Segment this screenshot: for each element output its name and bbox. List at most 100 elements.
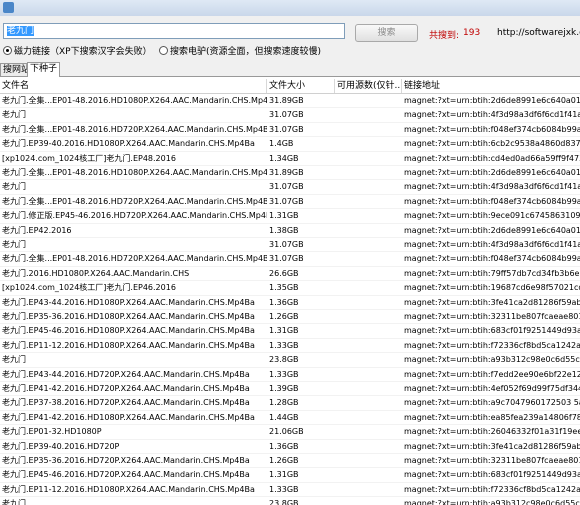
tab-download-torrents[interactable]: 下种子	[27, 62, 61, 77]
table-row[interactable]: 老九门.EP45-46.2016.HD720P.X264.AAC.Mandari…	[0, 468, 580, 483]
filesize-cell: 1.38GB	[269, 225, 299, 235]
filename-cell: 老九门.EP45-46.2016.HD720P.X264.AAC.Mandari…	[2, 470, 250, 480]
sources-cell	[337, 252, 399, 266]
filesize-cell: 21.06GB	[269, 427, 304, 437]
magnet-link-cell: magnet:?xt=urn:btih:f72336cf8bd5ca1242a6…	[404, 340, 580, 350]
table-row[interactable]: 老九门.全集...EP01-48.2016.HD1080P.X264.AAC.M…	[0, 94, 580, 109]
filename-cell: [xp1024.com_1024核工厂]老九门.EP48.2016	[2, 153, 176, 163]
website-link[interactable]: http://softwarejxk.com	[497, 28, 580, 38]
filesize-cell: 1.44GB	[269, 412, 299, 422]
magnet-link-cell: magnet:?xt=urn:btih:a93b312c98e0c6d55cf8…	[404, 355, 580, 365]
sources-cell	[337, 497, 399, 505]
sources-cell	[337, 468, 399, 482]
filename-cell: 老九门.EP11-12.2016.HD1080P.X264.AAC.Mandar…	[2, 484, 255, 494]
filename-cell: 老九门.全集...EP01-48.2016.HD1080P.X264.AAC.M…	[2, 96, 267, 105]
sources-cell	[337, 209, 399, 223]
magnet-link-cell: magnet:?xt=urn:btih:683cf01f9251449d93a9…	[404, 470, 580, 480]
table-row[interactable]: 老九门.EP11-12.2016.HD1080P.X264.AAC.Mandar…	[0, 483, 580, 498]
magnet-link-cell: magnet:?xt=urn:btih:a93b312c98e0c6d55cf8…	[404, 499, 580, 505]
table-row[interactable]: 老九门.EP41-42.2016.HD1080P.X264.AAC.Mandar…	[0, 411, 580, 426]
table-row[interactable]: 老九门.EP37-38.2016.HD720P.X264.AAC.Mandari…	[0, 396, 580, 411]
filesize-cell: 1.39GB	[269, 384, 299, 393]
filesize-cell: 31.07GB	[269, 196, 304, 206]
magnet-link-cell: magnet:?xt=urn:btih:f048ef374cb6084b99ab…	[404, 254, 580, 264]
filename-cell: 老九门.EP41-42.2016.HD1080P.X264.AAC.Mandar…	[2, 412, 255, 422]
table-row[interactable]: 老九门 23.8GB magnet:?xt=urn:btih:a93b312c98e…	[0, 497, 580, 505]
table-row[interactable]: [xp1024.com_1024核工厂]老九门.EP46.2016 1.35GB m…	[0, 281, 580, 296]
filesize-cell: 1.33GB	[269, 340, 299, 350]
table-row[interactable]: 老九门.全集...EP01-48.2016.HD720P.X264.AAC.Ma…	[0, 195, 580, 210]
table-row[interactable]: 老九门.EP01-32.HD1080P 21.06GB magnet:?xt=urn…	[0, 425, 580, 440]
filename-cell: 老九门.全集...EP01-48.2016.HD720P.X264.AAC.Ma…	[2, 196, 267, 206]
magnet-link-cell: magnet:?xt=urn:btih:f7edd2ee90e6bf22e12d…	[404, 369, 580, 379]
magnet-radio[interactable]: 磁力链接（XP下搜索汉字会失败）	[3, 44, 152, 57]
table-row[interactable]: 老九门.EP39-40.2016.HD720P 1.36GB magnet:?xt=…	[0, 440, 580, 454]
filesize-cell: 31.89GB	[269, 168, 304, 177]
column-header-sources[interactable]: 可用源数(仅针...	[335, 79, 402, 93]
filename-cell: 老九门	[2, 355, 26, 365]
sources-cell	[337, 123, 399, 137]
radio-selected-icon	[3, 46, 12, 55]
edonkey-radio[interactable]: 搜索电驴(资源全面，但搜索速度较慢)	[159, 44, 321, 57]
sources-cell	[337, 382, 399, 396]
table-row[interactable]: 老九门.全集...EP01-48.2016.HD1080P.X264.AAC.M…	[0, 166, 580, 181]
filename-cell: 老九门.EP41-42.2016.HD720P.X264.AAC.Mandari…	[2, 384, 250, 393]
sources-cell	[337, 180, 399, 194]
table-row[interactable]: 老九门.EP45-46.2016.HD1080P.X264.AAC.Mandar…	[0, 324, 580, 339]
table-row[interactable]: 老九门.全集...EP01-48.2016.HD720P.X264.AAC.Ma…	[0, 252, 580, 267]
magnet-link-cell: magnet:?xt=urn:btih:6cb2c9538a4860d83737…	[404, 139, 580, 149]
sources-cell	[337, 94, 399, 108]
filesize-cell: 31.07GB	[269, 240, 304, 249]
magnet-radio-label: 磁力链接（XP下搜索汉字会失败）	[14, 47, 152, 57]
filename-cell: 老九门.EP42.2016	[2, 225, 72, 235]
table-row[interactable]: 老九门.EP43-44.2016.HD720P.X264.AAC.Mandari…	[0, 368, 580, 382]
magnet-link-cell: magnet:?xt=urn:btih:4f3d98a3df6f6cd1f41a…	[404, 110, 580, 120]
table-row[interactable]: 老九门.2016.HD1080P.X264.AAC.Mandarin.CHS 26…	[0, 267, 580, 282]
table-row[interactable]: 老九门.EP35-36.2016.HD1080P.X264.AAC.Mandar…	[0, 310, 580, 325]
filesize-cell: 1.33GB	[269, 369, 299, 379]
magnet-link-cell: magnet:?xt=urn:btih:683cf01f9251449d93a9…	[404, 326, 580, 336]
filesize-cell: 1.26GB	[269, 456, 299, 465]
filename-cell: 老九门	[2, 499, 26, 505]
magnet-link-cell: magnet:?xt=urn:btih:3fe41ca2d81286f59abf…	[404, 297, 580, 307]
table-row[interactable]: 老九门 31.07GB magnet:?xt=urn:btih:4f3d98a3df…	[0, 180, 580, 195]
magnet-link-cell: magnet:?xt=urn:btih:32311be807fcaeae801d…	[404, 312, 580, 321]
table-header: 文件名 文件大小 可用源数(仅针... 链接地址	[0, 79, 580, 94]
column-header-filename[interactable]: 文件名	[0, 79, 267, 93]
table-row[interactable]: 老九门.EP42.2016 1.38GB magnet:?xt=urn:btih:2…	[0, 224, 580, 238]
magnet-link-cell: magnet:?xt=urn:btih:19687cd6e98f57021cd0…	[404, 283, 580, 293]
table-row[interactable]: 老九门.EP35-36.2016.HD720P.X264.AAC.Mandari…	[0, 454, 580, 469]
sources-cell	[337, 353, 399, 367]
filesize-cell: 1.31GB	[269, 326, 299, 336]
result-count-label: 共搜到:	[429, 31, 460, 41]
table-row[interactable]: 老九门.EP41-42.2016.HD720P.X264.AAC.Mandari…	[0, 382, 580, 397]
table-row[interactable]: [xp1024.com_1024核工厂]老九门.EP48.2016 1.34GB m…	[0, 152, 580, 166]
results-table: 文件名 文件大小 可用源数(仅针... 链接地址 老九门.全集...EP01-4…	[0, 77, 580, 505]
filesize-cell: 31.07GB	[269, 124, 304, 134]
filesize-cell: 1.35GB	[269, 283, 299, 293]
magnet-link-cell: magnet:?xt=urn:btih:32311be807fcaeae801d…	[404, 456, 580, 465]
table-row[interactable]: 老九门.全集...EP01-48.2016.HD720P.X264.AAC.Ma…	[0, 123, 580, 138]
sources-cell	[337, 483, 399, 497]
result-count-value: 193	[463, 28, 481, 38]
table-row[interactable]: 老九门 31.07GB magnet:?xt=urn:btih:4f3d98a3df…	[0, 108, 580, 123]
filename-cell: 老九门.EP45-46.2016.HD1080P.X264.AAC.Mandar…	[2, 326, 255, 336]
sources-cell	[337, 166, 399, 180]
magnet-link-cell: magnet:?xt=urn:btih:ea85fea239a14806f78e…	[404, 412, 580, 422]
sources-cell	[337, 296, 399, 310]
filesize-cell: 1.31GB	[269, 211, 299, 221]
table-row[interactable]: 老九门.EP39-40.2016.HD1080P.X264.AAC.Mandar…	[0, 137, 580, 152]
table-row[interactable]: 老九门.修正版.EP45-46.2016.HD720P.X264.AAC.Man…	[0, 209, 580, 224]
table-row[interactable]: 老九门.EP43-44.2016.HD1080P.X264.AAC.Mandar…	[0, 296, 580, 310]
table-row[interactable]: 老九门 23.8GB magnet:?xt=urn:btih:a93b312c98e…	[0, 353, 580, 368]
column-header-link[interactable]: 链接地址	[402, 79, 580, 93]
column-header-filesize[interactable]: 文件大小	[267, 79, 335, 93]
filename-cell: 老九门.EP01-32.HD1080P	[2, 427, 102, 437]
filename-cell: 老九门.EP37-38.2016.HD720P.X264.AAC.Mandari…	[2, 398, 250, 408]
search-button[interactable]: 搜索	[355, 24, 418, 42]
filesize-cell: 26.6GB	[269, 268, 299, 278]
table-row[interactable]: 老九门.EP11-12.2016.HD1080P.X264.AAC.Mandar…	[0, 339, 580, 354]
magnet-link-cell: magnet:?xt=urn:btih:f048ef374cb6084b99ab…	[404, 196, 580, 206]
search-input[interactable]: 老九门	[3, 23, 345, 39]
table-row[interactable]: 老九门 31.07GB magnet:?xt=urn:btih:4f3d98a3df…	[0, 238, 580, 253]
